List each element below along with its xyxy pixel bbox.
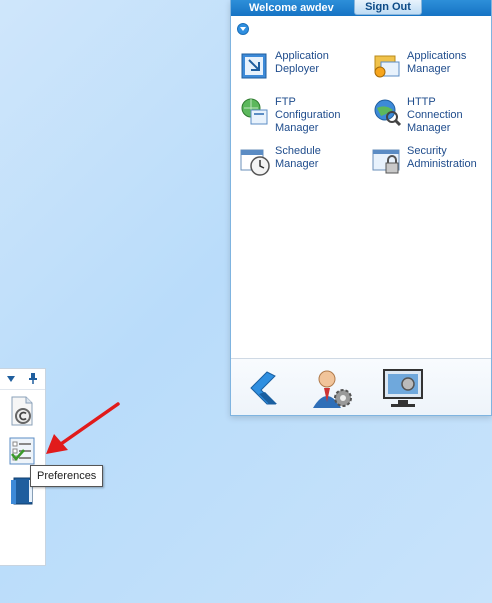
preferences-tooltip: Preferences bbox=[30, 465, 104, 487]
app-ftp-configuration-manager[interactable]: FTP Configuration Manager bbox=[239, 96, 340, 135]
app-label: Applications Manager bbox=[407, 50, 467, 75]
welcome-text: Welcome awdev bbox=[249, 2, 334, 14]
chevron-down-icon[interactable] bbox=[6, 375, 16, 383]
app-application-deployer[interactable]: Application Deployer bbox=[239, 50, 329, 82]
http-connection-icon bbox=[374, 99, 402, 127]
logo-icon[interactable] bbox=[241, 366, 287, 412]
user-settings-icon[interactable] bbox=[309, 366, 355, 412]
annotation-arrow-icon bbox=[46, 402, 120, 454]
security-administration-icon bbox=[372, 149, 400, 174]
application-deployer-icon bbox=[241, 53, 267, 79]
panel-bottom-bar bbox=[231, 358, 491, 415]
app-label: Schedule Manager bbox=[275, 145, 321, 170]
panel-header: Welcome awdev Sign Out bbox=[231, 0, 491, 16]
copyright-document-icon[interactable] bbox=[8, 396, 36, 426]
app-applications-manager[interactable]: Applications Manager bbox=[371, 50, 466, 82]
app-label: FTP Configuration Manager bbox=[275, 96, 341, 134]
monitor-settings-icon[interactable] bbox=[381, 366, 427, 412]
app-label: HTTP Connection Manager bbox=[407, 96, 463, 134]
side-toolbar bbox=[0, 369, 45, 390]
pin-icon[interactable] bbox=[28, 372, 38, 385]
applications-manager-icon bbox=[374, 55, 400, 78]
sign-out-button[interactable]: Sign Out bbox=[354, 0, 422, 15]
preferences-icon[interactable] bbox=[8, 436, 36, 466]
app-label: Security Administration bbox=[407, 145, 477, 170]
schedule-manager-icon bbox=[240, 149, 270, 176]
start-menu-panel: Welcome awdev Sign Out Application Deploy… bbox=[230, 0, 492, 416]
app-label: Application Deployer bbox=[275, 50, 329, 75]
app-security-administration[interactable]: Security Administration bbox=[371, 145, 477, 177]
collapse-icon[interactable] bbox=[237, 23, 249, 35]
ftp-configuration-icon bbox=[241, 98, 268, 125]
app-schedule-manager[interactable]: Schedule Manager bbox=[239, 145, 321, 177]
app-http-connection-manager[interactable]: HTTP Connection Manager bbox=[371, 96, 463, 135]
